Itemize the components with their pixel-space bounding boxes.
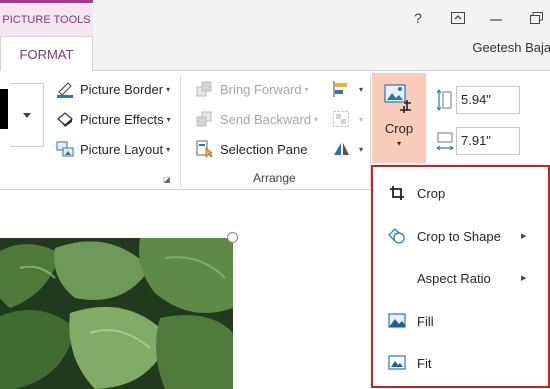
picture-layout-button[interactable]: Picture Layout ▾: [56, 137, 170, 161]
width-row: 7.91": [436, 127, 520, 155]
picture-effects-button[interactable]: Picture Effects ▾: [56, 107, 171, 131]
send-backward-label: Send Backward: [220, 111, 312, 127]
dialog-launcher-icon[interactable]: ◪: [163, 175, 172, 184]
lily-pad-image: [0, 238, 233, 389]
menu-item-label: Aspect Ratio: [417, 270, 491, 286]
align-icon: [332, 80, 350, 98]
crop-label: Crop: [384, 121, 414, 136]
picture-layout-icon: [56, 140, 74, 158]
menu-item-fill[interactable]: Fill: [373, 303, 548, 339]
dropdown-arrow-icon: ▾: [166, 144, 171, 154]
menu-item-label: Fill: [417, 313, 434, 329]
restore-button[interactable]: [524, 8, 548, 28]
selection-pane-icon: [196, 140, 214, 158]
bring-forward-icon: [196, 80, 214, 98]
submenu-arrow-icon: ▶: [521, 275, 527, 282]
rotate-icon: [332, 140, 350, 158]
picture-layout-label: Picture Layout: [80, 141, 164, 157]
picture-styles-more-button[interactable]: [10, 83, 44, 147]
shape-height-input[interactable]: 5.94": [456, 86, 520, 114]
ribbon-display-options-button[interactable]: [446, 8, 470, 28]
picture-style-thumbnail[interactable]: [0, 89, 8, 129]
chevron-down-icon: ▾: [396, 139, 401, 148]
resize-handle[interactable]: [227, 232, 238, 243]
crop-picture-icon: [384, 84, 411, 113]
selected-picture[interactable]: [0, 238, 233, 389]
group-objects-button[interactable]: ▾: [332, 107, 363, 131]
crop-dropdown-menu: Crop Crop to Shape ▶ Aspect Ratio ▶ Fill: [371, 165, 550, 388]
context-tab-label: PICTURE TOOLS: [0, 0, 93, 36]
minimize-icon: [490, 19, 502, 21]
dropdown-arrow-icon: ▾: [359, 84, 364, 94]
chevron-down-icon: [22, 112, 31, 118]
picture-border-icon: [56, 80, 74, 98]
restore-icon: [529, 12, 543, 24]
menu-item-label: Fit: [417, 355, 432, 371]
height-row: 5.94": [436, 86, 520, 114]
align-button[interactable]: ▾: [332, 77, 363, 101]
dropdown-arrow-icon: ▾: [166, 114, 171, 124]
crop-to-shape-icon: [387, 226, 407, 246]
shape-width-icon: [436, 132, 454, 151]
dropdown-arrow-icon: ▾: [359, 114, 364, 124]
menu-item-crop-to-shape[interactable]: Crop to Shape ▶: [373, 218, 548, 254]
shape-height-icon: [436, 89, 452, 111]
arrange-group-label: Arrange: [253, 171, 296, 185]
dropdown-arrow-icon: ▾: [314, 114, 319, 124]
help-button[interactable]: ?: [406, 8, 430, 28]
ribbon-display-icon: [451, 12, 465, 24]
picture-effects-label: Picture Effects: [80, 111, 164, 127]
group-objects-icon: [332, 110, 350, 128]
minimize-button[interactable]: [484, 8, 508, 28]
submenu-arrow-icon: ▶: [521, 233, 527, 240]
crop-button[interactable]: Crop ▾: [372, 73, 426, 163]
menu-item-fit[interactable]: Fit: [373, 345, 548, 381]
bring-forward-button[interactable]: Bring Forward ▾: [196, 77, 309, 101]
picture-border-label: Picture Border: [80, 81, 164, 97]
group-separator: [180, 75, 181, 187]
user-name[interactable]: Geetesh Bajaj: [472, 40, 550, 55]
tab-format[interactable]: FORMAT: [0, 36, 93, 71]
send-backward-button[interactable]: Send Backward ▾: [196, 107, 318, 131]
selection-pane-button[interactable]: Selection Pane: [196, 137, 307, 161]
selection-pane-label: Selection Pane: [220, 141, 308, 157]
title-bar: PICTURE TOOLS FORMAT ? Geetesh Bajaj: [0, 0, 550, 71]
menu-item-crop[interactable]: Crop: [373, 175, 548, 211]
bring-forward-label: Bring Forward: [220, 81, 302, 97]
crop-icon: [387, 183, 407, 203]
rotate-button[interactable]: ▾: [332, 137, 363, 161]
dropdown-arrow-icon: ▾: [304, 84, 309, 94]
fill-icon: [387, 311, 407, 331]
help-icon: ?: [414, 10, 422, 26]
menu-item-label: Crop: [417, 185, 446, 201]
shape-width-input[interactable]: 7.91": [456, 127, 520, 155]
picture-effects-icon: [56, 110, 74, 128]
fit-icon: [387, 353, 407, 373]
picture-border-button[interactable]: Picture Border ▾: [56, 77, 170, 101]
menu-item-label: Crop to Shape: [417, 228, 501, 244]
menu-item-aspect-ratio[interactable]: Aspect Ratio ▶: [373, 260, 548, 296]
send-backward-icon: [196, 110, 214, 128]
dropdown-arrow-icon: ▾: [359, 144, 364, 154]
dropdown-arrow-icon: ▾: [166, 84, 171, 94]
